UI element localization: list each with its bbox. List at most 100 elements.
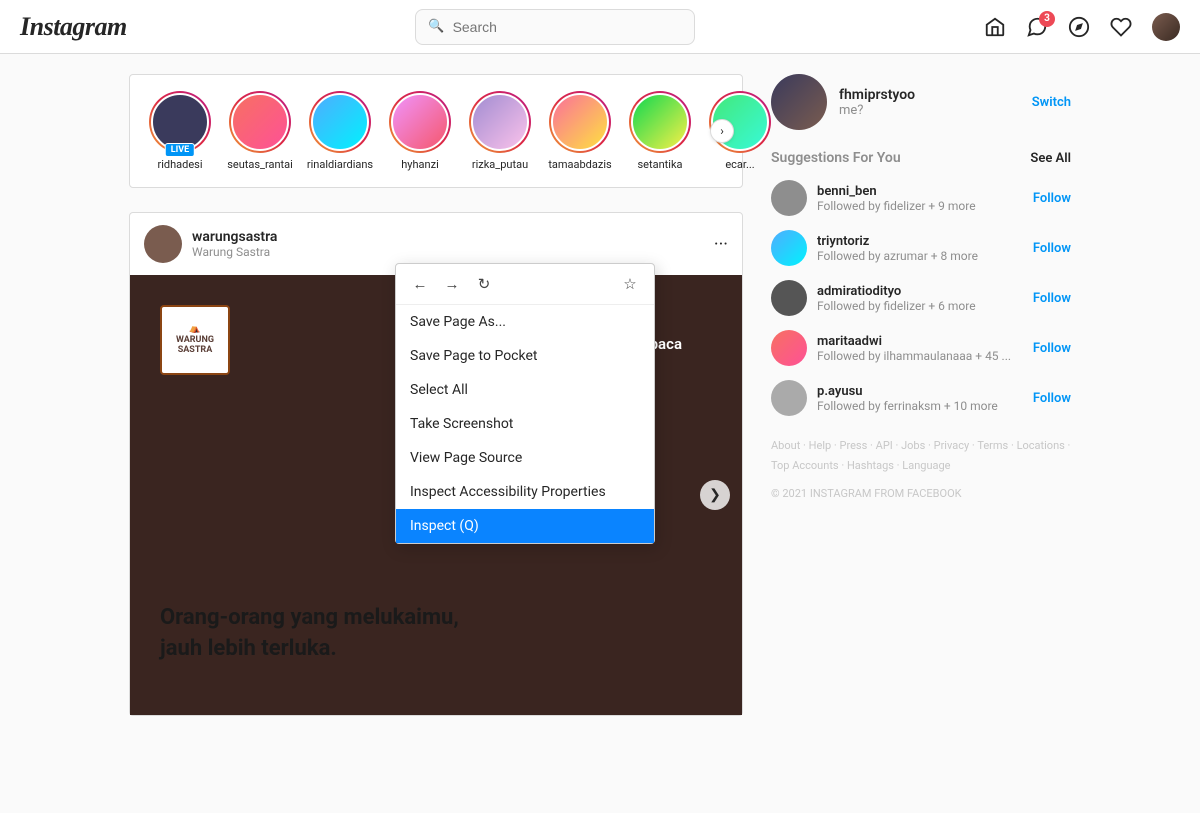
footer-link-about[interactable]: About xyxy=(771,439,800,452)
story-avatar xyxy=(311,93,369,151)
footer-link-terms[interactable]: Terms xyxy=(977,439,1008,452)
suggestion-sub: Followed by fidelizer + 9 more xyxy=(817,199,1023,213)
story-username: rinaldiardians xyxy=(307,158,373,171)
footer-link-press[interactable]: Press xyxy=(840,439,868,452)
story-avatar xyxy=(391,93,449,151)
suggestion-sub: Followed by ilhammaulanaaa + 45 ... xyxy=(817,349,1023,363)
footer-link-hashtags[interactable]: Hashtags xyxy=(847,459,894,472)
messenger-nav-icon[interactable]: 3 xyxy=(1026,16,1048,38)
nav-icons: 3 xyxy=(984,13,1180,41)
ctx-item-view-source[interactable]: View Page Source xyxy=(396,441,654,475)
ctx-back-button[interactable]: ← xyxy=(406,270,434,298)
main-column: LIVE ridhadesi seutas_rantai rinaldiardi… xyxy=(129,74,743,716)
footer-link-language[interactable]: Language xyxy=(902,459,950,472)
suggestion-username: maritaadwi xyxy=(817,334,1023,349)
ctx-item-select-all[interactable]: Select All xyxy=(396,373,654,407)
heart-nav-icon[interactable] xyxy=(1110,16,1132,38)
follow-button[interactable]: Follow xyxy=(1033,341,1071,356)
post-next-button[interactable]: ❯ xyxy=(700,480,730,510)
footer-link-privacy[interactable]: Privacy xyxy=(934,439,970,452)
footer-link-top-accounts[interactable]: Top Accounts xyxy=(771,459,839,472)
suggestion-info: triyntoriz Followed by azrumar + 8 more xyxy=(817,234,1023,263)
footer-link-jobs[interactable]: Jobs xyxy=(901,439,925,452)
story-avatar xyxy=(631,93,689,151)
suggestion-info: admiratiodityo Followed by fidelizer + 6… xyxy=(817,284,1023,313)
post-avatar xyxy=(144,225,182,263)
story-username: hyhanzi xyxy=(401,158,439,171)
logo: Instagram xyxy=(20,12,127,42)
story-avatar-wrapper xyxy=(629,91,691,153)
suggestion-username: benni_ben xyxy=(817,184,1023,199)
search-input[interactable] xyxy=(453,19,683,35)
explore-nav-icon[interactable] xyxy=(1068,16,1090,38)
story-avatar xyxy=(551,93,609,151)
post-logo-area: ⛺ WARUNG SASTRA xyxy=(160,305,230,375)
post-more-button[interactable]: ··· xyxy=(714,234,728,255)
follow-button[interactable]: Follow xyxy=(1033,191,1071,206)
story-item[interactable]: rizka_putau xyxy=(462,91,538,171)
story-item[interactable]: setantika xyxy=(622,91,698,171)
suggestions-header: Suggestions For You See All xyxy=(771,150,1071,166)
home-nav-icon[interactable] xyxy=(984,16,1006,38)
ctx-item-inspect[interactable]: Inspect (Q) xyxy=(396,509,654,543)
suggestion-username: p.ayusu xyxy=(817,384,1023,399)
story-avatar-wrapper xyxy=(549,91,611,153)
footer-link-locations[interactable]: Locations xyxy=(1017,439,1065,452)
ctx-item-save-to-pocket[interactable]: Save Page to Pocket xyxy=(396,339,654,373)
search-icon: 🔍 xyxy=(428,19,444,34)
suggestion-info: maritaadwi Followed by ilhammaulanaaa + … xyxy=(817,334,1023,363)
suggestion-item: admiratiodityo Followed by fidelizer + 6… xyxy=(771,280,1071,316)
story-username: ecar... xyxy=(725,158,754,171)
footer-link-help[interactable]: Help xyxy=(809,439,832,452)
story-avatar xyxy=(471,93,529,151)
ctx-forward-button[interactable]: → xyxy=(438,270,466,298)
suggestion-item: p.ayusu Followed by ferrinaksm + 10 more… xyxy=(771,380,1071,416)
suggestion-avatar xyxy=(771,180,807,216)
search-box[interactable]: 🔍 xyxy=(415,9,695,45)
story-username: seutas_rantai xyxy=(227,158,293,171)
suggestion-info: p.ayusu Followed by ferrinaksm + 10 more xyxy=(817,384,1023,413)
suggestions-title: Suggestions For You xyxy=(771,150,901,166)
live-badge: LIVE xyxy=(165,143,195,157)
context-menu-header: ← → ↻ ☆ xyxy=(396,264,654,305)
story-username: ridhadesi xyxy=(157,158,202,171)
ctx-bookmark-button[interactable]: ☆ xyxy=(616,270,644,298)
suggestion-item: benni_ben Followed by fidelizer + 9 more… xyxy=(771,180,1071,216)
story-username: tamaabdazis xyxy=(548,158,611,171)
story-item[interactable]: tamaabdazis xyxy=(542,91,618,171)
story-item[interactable]: LIVE ridhadesi xyxy=(142,91,218,171)
story-username: setantika xyxy=(638,158,683,171)
story-avatar-wrapper xyxy=(469,91,531,153)
sidebar-user-avatar xyxy=(771,74,827,130)
follow-button[interactable]: Follow xyxy=(1033,241,1071,256)
ctx-item-take-screenshot[interactable]: Take Screenshot xyxy=(396,407,654,441)
ctx-item-save-page-as[interactable]: Save Page As... xyxy=(396,305,654,339)
suggestion-avatar xyxy=(771,330,807,366)
ctx-item-inspect-accessibility[interactable]: Inspect Accessibility Properties xyxy=(396,475,654,509)
suggestion-item: maritaadwi Followed by ilhammaulanaaa + … xyxy=(771,330,1071,366)
suggestion-info: benni_ben Followed by fidelizer + 9 more xyxy=(817,184,1023,213)
story-item[interactable]: seutas_rantai xyxy=(222,91,298,171)
suggestion-avatar xyxy=(771,380,807,416)
footer-link-api[interactable]: API xyxy=(876,439,893,452)
footer-copyright: © 2021 INSTAGRAM FROM FACEBOOK xyxy=(771,484,1071,504)
see-all-link[interactable]: See All xyxy=(1030,151,1071,166)
suggestion-avatar xyxy=(771,280,807,316)
story-item[interactable]: rinaldiardians xyxy=(302,91,378,171)
follow-button[interactable]: Follow xyxy=(1033,391,1071,406)
messenger-badge: 3 xyxy=(1039,11,1055,27)
story-avatar-wrapper: LIVE xyxy=(149,91,211,153)
switch-button[interactable]: Switch xyxy=(1032,95,1071,110)
sidebar-user-details: fhmiprstyoo me? xyxy=(839,87,915,118)
post-username: warungsastra xyxy=(192,229,277,245)
story-avatar xyxy=(231,93,289,151)
profile-nav-avatar[interactable] xyxy=(1152,13,1180,41)
post-subtitle: Warung Sastra xyxy=(192,245,277,259)
follow-button[interactable]: Follow xyxy=(1033,291,1071,306)
ctx-refresh-button[interactable]: ↻ xyxy=(470,270,498,298)
sidebar-footer: About · Help · Press · API · Jobs · Priv… xyxy=(771,436,1071,503)
context-menu: ← → ↻ ☆ Save Page As... Save Page to Poc… xyxy=(395,263,655,544)
story-item[interactable]: hyhanzi xyxy=(382,91,458,171)
stories-next-button[interactable]: › xyxy=(710,119,734,143)
layout: LIVE ridhadesi seutas_rantai rinaldiardi… xyxy=(0,54,1200,736)
